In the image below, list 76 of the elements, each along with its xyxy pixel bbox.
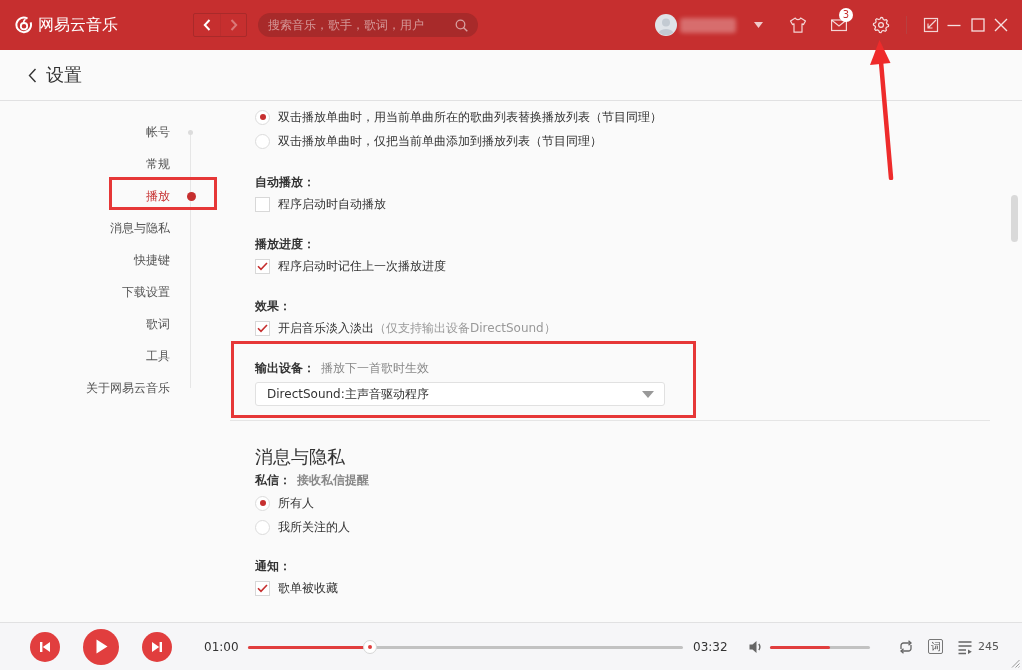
progress-slider[interactable] [248,639,683,654]
volume-icon[interactable] [748,638,764,655]
elapsed-time: 01:00 [204,639,240,654]
checkbox[interactable] [255,580,270,596]
mail-icon[interactable] [830,16,848,34]
option-label: 程序启动时记住上一次播放进度 [278,257,446,275]
sidebar-item[interactable]: 歌词 [146,316,170,332]
playlist-count: 245 [978,640,999,653]
sidebar-item[interactable]: 工具 [146,348,170,364]
sidebar-item[interactable]: 帐号 [146,124,170,140]
close-icon[interactable] [994,18,1008,32]
mini-mode-icon[interactable] [923,17,939,33]
option-label: 双击播放单曲时，用当前单曲所在的歌曲列表替换播放列表（节目同理） [278,108,662,126]
skip-back-icon [39,640,51,653]
blurred-block [680,17,736,33]
avatar-icon[interactable] [655,14,677,36]
radio-button[interactable] [255,495,270,511]
checkbox[interactable] [255,320,270,336]
caret-icon [642,390,654,398]
next-button[interactable] [142,631,172,662]
group-title: 私信： [255,471,291,489]
chevron-right-icon [229,19,238,31]
sidebar-item[interactable]: 常规 [146,156,170,172]
group-subtitle: 接收私信提醒 [297,471,369,489]
option-label: 双击播放单曲时，仅把当前单曲添加到播放列表（节目同理） [278,132,602,150]
option-label: 开启音乐淡入淡出 [278,319,374,337]
option-label: 歌单被收藏 [278,579,338,597]
group-hint: 播放下一首歌时生效 [321,359,429,377]
chevron-left-icon[interactable] [28,67,37,83]
group-title: 效果： [255,297,291,315]
page-title: 设置 [46,63,82,87]
radio-button[interactable] [255,133,270,149]
caret-icon[interactable] [754,22,763,28]
section-heading: 消息与隐私 [255,445,346,469]
search-field[interactable]: 搜索音乐，歌手，歌词，用户 [258,13,478,37]
sidebar-item[interactable]: 关于网易云音乐 [86,380,170,396]
sidebar-item[interactable]: 下载设置 [122,284,170,300]
group-title: 输出设备： [255,359,315,377]
active-dot-icon [186,191,196,201]
checkmark-icon [257,261,268,271]
loop-icon[interactable] [898,638,914,655]
skip-forward-icon [151,640,163,653]
scrollbar-thumb[interactable] [1011,195,1018,242]
option-label: 我所关注的人 [278,518,350,536]
play-button[interactable] [83,628,119,665]
previous-button[interactable] [30,631,60,662]
shirt-icon[interactable] [789,16,807,34]
logo-icon [15,16,33,34]
group-title: 通知： [255,557,291,575]
checkbox[interactable] [255,196,270,212]
playlist-icon[interactable] [957,638,973,655]
checkmark-icon [257,583,268,593]
lyrics-button[interactable]: 词 [928,639,943,654]
sidebar-item[interactable]: 播放 [146,188,170,204]
option-label: 程序启动时自动播放 [278,195,386,213]
option-note: （仅支持输出设备DirectSound） [374,319,556,337]
group-title: 自动播放： [255,173,315,191]
chevron-left-icon [203,19,211,31]
settings-icon[interactable] [872,16,890,34]
radio-button[interactable] [255,519,270,535]
search-icon[interactable] [455,18,468,32]
unread-badge: 3 [839,8,853,22]
dropdown[interactable]: DirectSound:主声音驱动程序 [255,382,665,406]
checkbox[interactable] [255,258,270,274]
maximize-icon[interactable] [971,18,985,32]
sidebar-item[interactable]: 快捷键 [134,252,170,268]
app-name: 网易云音乐 [38,14,118,36]
radio-button[interactable] [255,109,270,125]
option-label: 所有人 [278,494,314,512]
sidebar-item[interactable]: 消息与隐私 [110,220,170,236]
group-title: 播放进度： [255,235,315,253]
play-icon [94,639,108,654]
checkmark-icon [257,323,268,333]
total-time: 03:32 [693,639,729,654]
resize-grip-icon[interactable] [1011,659,1020,668]
slider-thumb[interactable] [362,639,377,654]
